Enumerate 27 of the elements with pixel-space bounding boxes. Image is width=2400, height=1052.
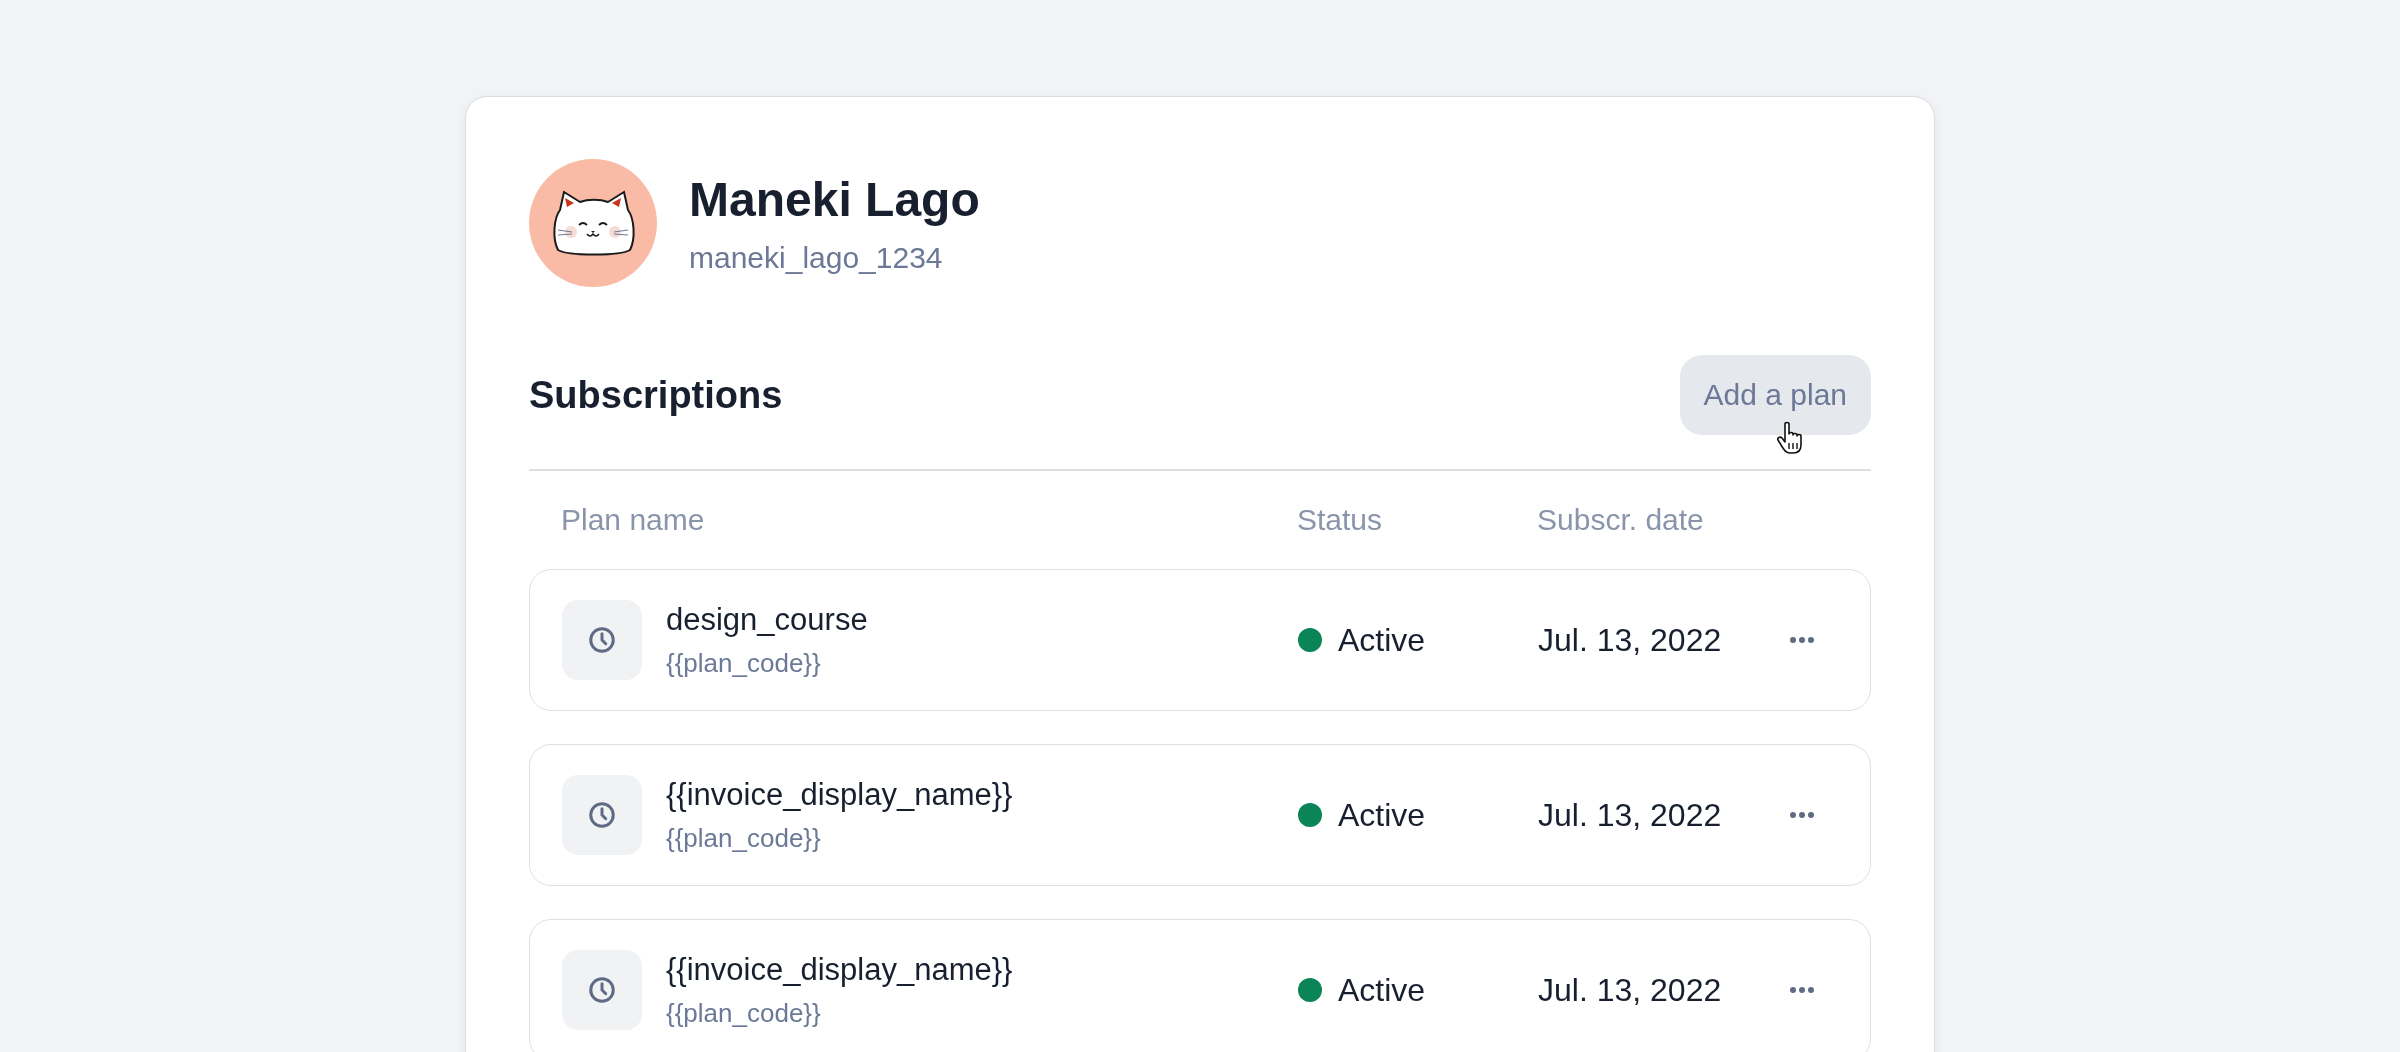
plan-code: {{plan_code}} <box>666 997 822 1029</box>
status-text: Active <box>1338 796 1426 834</box>
plan-code: {{plan_code}} <box>666 822 822 854</box>
subscription-date: Jul. 13, 2022 <box>1538 971 1723 1009</box>
column-header: Status <box>1297 503 1384 537</box>
clock-icon <box>587 975 617 1005</box>
subscription-row[interactable]: {{invoice_display_name}} {{plan_code}} Active Jul. 13, 2022 <box>529 744 1871 886</box>
status-text: Active <box>1338 971 1426 1009</box>
clock-icon <box>587 800 617 830</box>
plan-name: design_course <box>666 601 868 638</box>
column-header: Subscr. date <box>1537 503 1705 537</box>
username: maneki_lago_1234 <box>689 240 944 275</box>
subscription-row[interactable]: design_course {{plan_code}} Active Jul. 13, 2022 <box>529 569 1871 711</box>
plan-name: {{invoice_display_name}} <box>666 776 1013 813</box>
profile-name: Maneki Lago <box>689 171 980 227</box>
plan-name: {{invoice_display_name}} <box>666 951 1013 988</box>
more-icon <box>1790 637 1814 643</box>
more-icon <box>1790 987 1814 993</box>
more-icon <box>1790 812 1814 818</box>
clock-icon <box>587 625 617 655</box>
column-header: Plan name <box>561 503 706 537</box>
subscription-date: Jul. 13, 2022 <box>1538 621 1723 659</box>
section-title: Subscriptions <box>529 373 783 417</box>
subscription-date: Jul. 13, 2022 <box>1538 796 1723 834</box>
status-text: Active <box>1338 621 1426 659</box>
add-plan-button[interactable]: Add a plan <box>1679 355 1871 435</box>
plan-code: {{plan_code}} <box>666 647 822 679</box>
